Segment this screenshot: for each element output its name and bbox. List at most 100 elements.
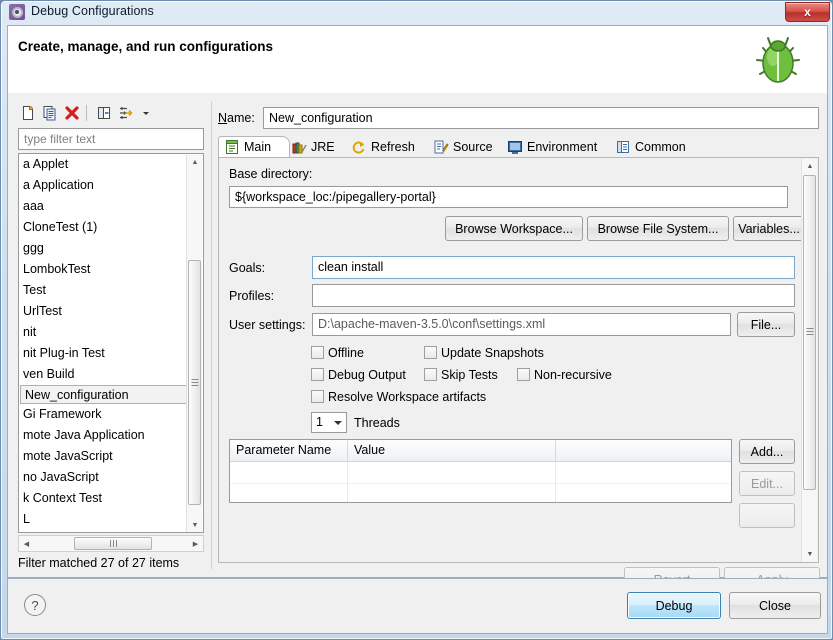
scroll-down-arrow[interactable]: ▼ xyxy=(802,547,818,562)
delete-configuration-icon[interactable] xyxy=(62,103,82,123)
main-tab-page: Base directory: ${workspace_loc:/pipegal… xyxy=(218,158,819,563)
tab-environment[interactable]: Environment xyxy=(502,136,614,158)
close-button[interactable]: Close xyxy=(729,592,821,619)
tree-item[interactable]: k Context Test xyxy=(19,488,203,509)
variables-button[interactable]: Variables... xyxy=(733,216,805,241)
tree-item-selected[interactable]: New_configuration xyxy=(20,385,201,404)
remove-parameter-button xyxy=(739,503,795,528)
question-mark-icon[interactable]: ? xyxy=(24,594,46,616)
panel-divider xyxy=(211,101,212,569)
page-title: Create, manage, and run configurations xyxy=(18,39,274,54)
tree-item[interactable]: ven Build xyxy=(19,364,203,385)
tree-item[interactable]: aaa xyxy=(19,196,203,217)
profiles-input[interactable] xyxy=(312,284,795,307)
scroll-thumb[interactable] xyxy=(188,260,201,505)
checkbox-resolve-workspace-artifacts[interactable]: Resolve Workspace artifacts xyxy=(311,390,486,404)
main-tab-vertical-scrollbar[interactable]: ▲ ▼ xyxy=(801,159,817,562)
goals-input[interactable]: clean install xyxy=(312,256,795,279)
table-cell xyxy=(348,484,556,502)
common-icon xyxy=(615,139,631,155)
window-title: Debug Configurations xyxy=(31,4,154,18)
threads-label: Threads xyxy=(354,416,400,430)
tree-item[interactable]: Test xyxy=(19,280,203,301)
tree-item[interactable]: mote Java Application xyxy=(19,425,203,446)
tab-label: Common xyxy=(635,140,686,154)
scroll-up-arrow[interactable]: ▲ xyxy=(187,155,203,170)
scroll-up-arrow[interactable]: ▲ xyxy=(802,159,818,174)
scroll-down-arrow[interactable]: ▼ xyxy=(187,518,203,532)
name-input[interactable]: New_configuration xyxy=(263,107,819,129)
base-directory-input[interactable]: ${workspace_loc:/pipegallery-portal} xyxy=(229,186,788,208)
green-bug-icon xyxy=(756,37,800,83)
tab-jre[interactable]: JRE xyxy=(286,136,350,158)
tree-item[interactable]: a Applet xyxy=(19,154,203,175)
column-value[interactable]: Value xyxy=(348,440,556,461)
tree-item[interactable]: UrlTest xyxy=(19,301,203,322)
variables-label: Variables... xyxy=(738,221,800,236)
scroll-right-arrow[interactable]: ▶ xyxy=(188,536,203,551)
filter-icon[interactable] xyxy=(116,103,136,123)
gear-icon xyxy=(9,4,25,20)
duplicate-configuration-icon[interactable] xyxy=(40,103,60,123)
dialog-content: type filter text a Applet a Application aa… xyxy=(7,93,828,592)
title-bar: Debug Configurations x xyxy=(1,1,833,24)
checkbox-skip-tests[interactable]: Skip Tests xyxy=(424,368,498,382)
scroll-thumb[interactable] xyxy=(803,175,816,490)
close-icon[interactable]: x xyxy=(785,2,830,22)
tab-common[interactable]: Common xyxy=(610,136,696,158)
checkbox-offline[interactable]: Offline xyxy=(311,346,364,360)
configurations-tree[interactable]: a Applet a Application aaa CloneTest (1) ggg… xyxy=(18,153,204,533)
file-button[interactable]: File... xyxy=(737,312,795,337)
tree-item[interactable]: Gi Framework xyxy=(19,404,203,425)
tree-item[interactable]: no JavaScript xyxy=(19,467,203,488)
scroll-thumb-horizontal[interactable] xyxy=(74,537,152,550)
add-parameter-button[interactable]: Add... xyxy=(739,439,795,464)
tree-toolbar xyxy=(16,101,208,125)
main-tab-icon xyxy=(224,139,240,155)
debug-label: Debug xyxy=(655,598,693,613)
parameters-table[interactable]: Parameter Name Value xyxy=(229,439,732,503)
tree-item[interactable]: LombokTest xyxy=(19,259,203,280)
tab-bar: Main JRE Refresh Source Environment Common xyxy=(218,136,819,158)
column-parameter-name[interactable]: Parameter Name xyxy=(230,440,348,461)
tree-vertical-scrollbar[interactable]: ▲ ▼ xyxy=(186,155,203,532)
tab-label: Refresh xyxy=(371,140,415,154)
checkbox-offline-label: Offline xyxy=(328,346,364,360)
tree-horizontal-scrollbar[interactable]: ◀ ▶ xyxy=(18,535,204,552)
table-row[interactable] xyxy=(230,462,731,484)
checkbox-update-snapshots[interactable]: Update Snapshots xyxy=(424,346,544,360)
debug-button[interactable]: Debug xyxy=(627,592,721,619)
refresh-arrows-icon xyxy=(351,139,367,155)
user-settings-input[interactable]: D:\apache-maven-3.5.0\conf\settings.xml xyxy=(312,313,731,336)
browse-filesystem-button[interactable]: Browse File System... xyxy=(587,216,729,241)
new-configuration-icon[interactable] xyxy=(18,103,38,123)
tree-item[interactable]: mote JavaScript xyxy=(19,446,203,467)
browse-workspace-button[interactable]: Browse Workspace... xyxy=(445,216,583,241)
source-pencil-icon xyxy=(433,139,449,155)
checkbox-skip-tests-label: Skip Tests xyxy=(441,368,498,382)
tree-item[interactable]: L xyxy=(19,509,203,530)
tree-item[interactable]: a Application xyxy=(19,175,203,196)
checkbox-non-recursive[interactable]: Non-recursive xyxy=(517,368,612,382)
tab-source[interactable]: Source xyxy=(428,136,506,158)
collapse-all-icon[interactable] xyxy=(94,103,114,123)
search-input[interactable]: type filter text xyxy=(18,128,204,150)
tree-item[interactable]: nit Plug-in Test xyxy=(19,343,203,364)
tree-item[interactable]: ggg xyxy=(19,238,203,259)
threads-stepper[interactable]: 1 xyxy=(311,412,347,433)
configuration-editor: Name: New_configuration Main JRE Refresh So… xyxy=(216,101,821,592)
name-label: Name: xyxy=(218,111,255,125)
chevron-down-icon[interactable] xyxy=(334,421,342,425)
checkbox-box xyxy=(424,346,437,359)
checkbox-debug-output[interactable]: Debug Output xyxy=(311,368,406,382)
tab-label: Environment xyxy=(527,140,598,154)
tab-refresh[interactable]: Refresh xyxy=(346,136,432,158)
file-button-label: File... xyxy=(750,317,782,332)
scroll-left-arrow[interactable]: ◀ xyxy=(19,536,34,551)
table-row[interactable] xyxy=(230,484,731,502)
tab-main[interactable]: Main xyxy=(218,136,290,158)
tree-item[interactable]: CloneTest (1) xyxy=(19,217,203,238)
checkbox-box xyxy=(311,368,324,381)
tree-item[interactable]: nit xyxy=(19,322,203,343)
chevron-down-icon[interactable] xyxy=(136,103,156,123)
